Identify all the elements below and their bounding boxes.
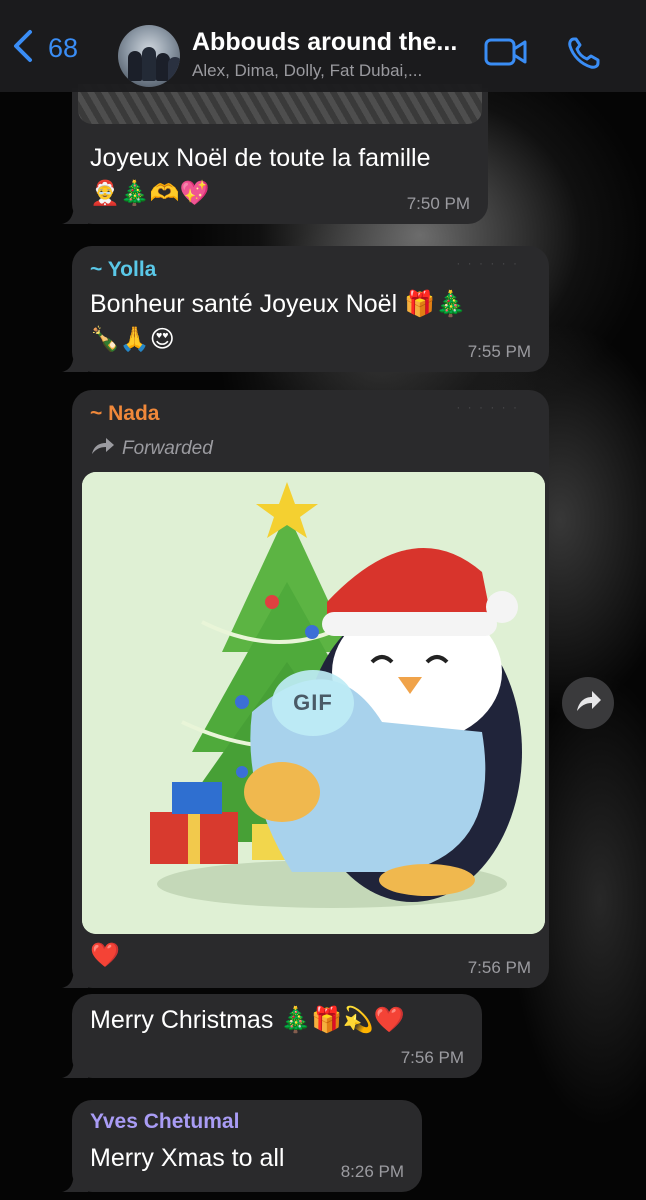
sender-name: ~ Nada bbox=[90, 402, 160, 425]
message-emoji: 🤶🎄🫶💖 bbox=[90, 180, 210, 207]
message-bubble[interactable]: · · · · · · ~ Yolla Bonheur santé Joyeux… bbox=[62, 246, 549, 372]
gif-attachment[interactable]: GIF bbox=[82, 472, 545, 934]
forwarded-arrow-icon bbox=[90, 436, 116, 461]
bubble-tail bbox=[62, 966, 88, 988]
message-bubble[interactable]: · · · · · · ~ Nada Forwarded GIF ❤️ 7:56… bbox=[62, 390, 549, 988]
message-time: 7:56 PM bbox=[400, 1048, 464, 1067]
unread-count: 68 bbox=[48, 33, 79, 63]
redacted-number: · · · · · · bbox=[456, 256, 519, 270]
message-bubble[interactable]: Yves Chetumal Merry Xmas to all 8:26 PM bbox=[62, 1100, 422, 1192]
gif-badge[interactable]: GIF bbox=[272, 670, 354, 736]
back-button[interactable]: 68 bbox=[10, 28, 78, 69]
forward-arrow-icon bbox=[574, 689, 602, 718]
message-bubble[interactable]: Joyeux Noël de toute la famille 🤶🎄🫶💖 7:5… bbox=[62, 84, 488, 224]
forwarded-label-row: Forwarded bbox=[90, 436, 213, 461]
forward-button[interactable] bbox=[562, 677, 614, 729]
group-avatar[interactable] bbox=[118, 25, 180, 87]
message-reaction: ❤️ bbox=[90, 942, 120, 969]
phone-icon[interactable] bbox=[566, 36, 602, 70]
sender-name: ~ Yolla bbox=[90, 258, 157, 281]
message-text: Merry Christmas 🎄🎁💫❤️ bbox=[90, 1006, 405, 1034]
chat-members: Alex, Dima, Dolly, Fat Dubai,... bbox=[192, 61, 423, 80]
message-text: Merry Xmas to all bbox=[90, 1144, 285, 1172]
message-text: Bonheur santé Joyeux Noël 🎁🎄 bbox=[90, 290, 467, 318]
message-time: 7:56 PM bbox=[467, 958, 531, 977]
sender-name: Yves Chetumal bbox=[90, 1110, 240, 1133]
message-text: Joyeux Noël de toute la famille bbox=[90, 144, 431, 172]
bubble-tail bbox=[62, 1056, 88, 1078]
chat-title: Abbouds around the... bbox=[192, 28, 458, 56]
bubble-tail bbox=[62, 1170, 88, 1192]
bubble-tail bbox=[62, 350, 88, 372]
video-camera-icon[interactable] bbox=[484, 36, 528, 68]
chat-header: 68 Abbouds around the... Alex, Dima, Dol… bbox=[0, 0, 646, 92]
chat-title-area[interactable]: Abbouds around the... Alex, Dima, Dolly,… bbox=[192, 28, 482, 81]
message-time: 7:55 PM bbox=[467, 342, 531, 361]
message-time: 8:26 PM bbox=[340, 1162, 404, 1181]
message-bubble[interactable]: Merry Christmas 🎄🎁💫❤️ 7:56 PM bbox=[62, 994, 482, 1078]
bubble-tail bbox=[62, 202, 88, 224]
message-emoji: 🍾🙏😍 bbox=[90, 326, 175, 353]
redacted-number: · · · · · · bbox=[456, 400, 519, 414]
forwarded-label: Forwarded bbox=[122, 437, 213, 459]
message-time: 7:50 PM bbox=[406, 194, 470, 213]
chevron-left-icon bbox=[10, 28, 38, 69]
